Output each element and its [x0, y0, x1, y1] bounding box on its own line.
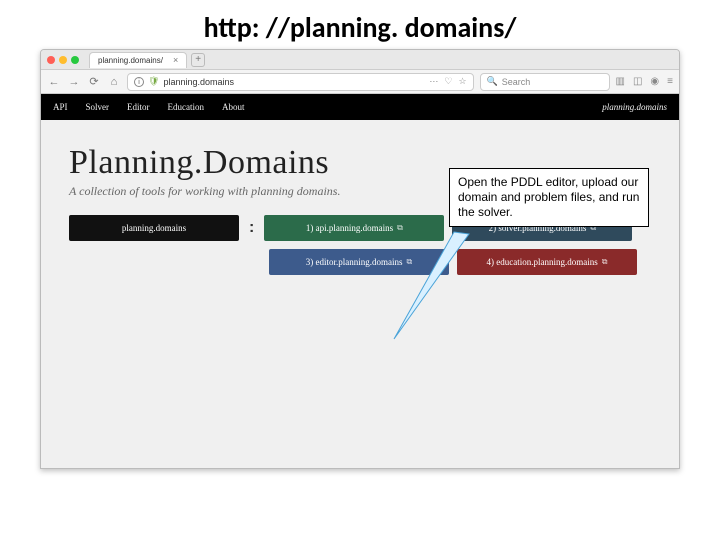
search-icon: 🔍 [487, 76, 498, 87]
window-titlebar: planning.domains/ × + [41, 50, 679, 70]
nav-about[interactable]: About [222, 102, 245, 112]
menu-icon[interactable]: ≡ [667, 76, 673, 87]
url-bar[interactable]: i 🛡 planning.domains ⋯ ♡ ☆ [127, 73, 474, 91]
site-navbar: API Solver Editor Education About planni… [41, 94, 679, 120]
browser-tab[interactable]: planning.domains/ × [89, 52, 187, 68]
new-tab-button[interactable]: + [191, 53, 205, 67]
search-placeholder: Search [502, 77, 531, 87]
callout-arrow-icon [379, 224, 499, 344]
sidebar-icon[interactable]: ◫ [633, 76, 642, 87]
block-planning-domains[interactable]: planning.domains [69, 215, 239, 241]
maximize-window-button[interactable] [71, 56, 79, 64]
block-education-text: 4) education.planning.domains [487, 257, 598, 267]
more-icon[interactable]: ⋯ [429, 76, 438, 87]
browser-toolbar: ← → ⟳ ⌂ i 🛡 planning.domains ⋯ ♡ ☆ 🔍 Sea… [41, 70, 679, 94]
tab-label: planning.domains/ [98, 56, 163, 65]
reload-icon[interactable]: ⟳ [87, 75, 101, 88]
url-text: planning.domains [163, 77, 425, 87]
window-controls [47, 56, 79, 64]
account-icon[interactable]: ◉ [650, 76, 659, 87]
nav-api[interactable]: API [53, 102, 68, 112]
site-info-icon[interactable]: i [134, 77, 144, 87]
minimize-window-button[interactable] [59, 56, 67, 64]
shield-icon[interactable]: 🛡 [148, 76, 159, 87]
block-label-text: planning.domains [122, 223, 186, 233]
nav-education[interactable]: Education [168, 102, 205, 112]
close-window-button[interactable] [47, 56, 55, 64]
nav-brand[interactable]: planning.domains [602, 102, 667, 112]
external-link-icon: ⧉ [602, 257, 608, 267]
bookmark-icon[interactable]: ☆ [458, 76, 466, 87]
library-icon[interactable]: ▥ [616, 76, 625, 87]
home-icon[interactable]: ⌂ [107, 76, 121, 88]
nav-editor[interactable]: Editor [127, 102, 150, 112]
search-input[interactable]: 🔍 Search [480, 73, 610, 91]
annotation-callout: Open the PDDL editor, upload our domain … [449, 168, 649, 227]
close-tab-icon[interactable]: × [173, 55, 178, 65]
reader-icon[interactable]: ♡ [444, 76, 452, 87]
slide-title: http: //planning. domains/ [0, 0, 720, 49]
browser-window: planning.domains/ × + ← → ⟳ ⌂ i 🛡 planni… [40, 49, 680, 469]
colon-separator: : [247, 219, 256, 237]
back-icon[interactable]: ← [47, 76, 61, 88]
callout-box: Open the PDDL editor, upload our domain … [449, 168, 649, 227]
nav-solver[interactable]: Solver [86, 102, 110, 112]
forward-icon[interactable]: → [67, 76, 81, 88]
